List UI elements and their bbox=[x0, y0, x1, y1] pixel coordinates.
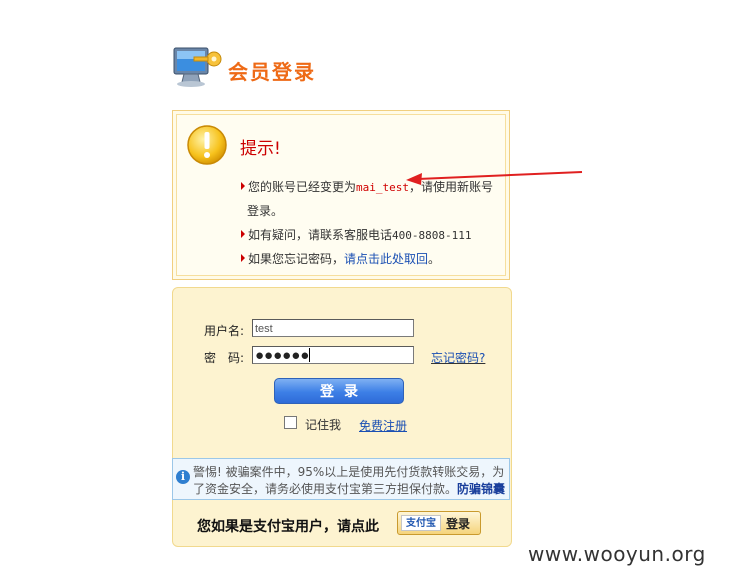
register-link[interactable]: 免费注册 bbox=[359, 417, 407, 434]
bullet-arrow-icon bbox=[241, 182, 245, 190]
bullet-arrow-icon bbox=[241, 230, 245, 238]
notice-text: 。 bbox=[428, 252, 441, 266]
watermark: www.wooyun.org bbox=[528, 542, 706, 566]
info-icon: i bbox=[176, 470, 190, 484]
login-button[interactable]: 登录 bbox=[274, 378, 404, 404]
computer-key-icon bbox=[172, 44, 224, 90]
fraud-warning-text: 了资金安全，请务必使用支付宝第三方担保付款。 bbox=[193, 482, 458, 496]
alipay-logo: 支付宝 bbox=[401, 515, 441, 531]
password-input[interactable]: ●●●●●● bbox=[252, 346, 414, 364]
forgot-password-text: 忘记密码? bbox=[431, 351, 486, 365]
alipay-prompt: 您如果是支付宝用户，请点此 bbox=[197, 519, 379, 535]
remember-me-checkbox[interactable] bbox=[284, 416, 297, 429]
annotation-arrow-icon bbox=[406, 171, 583, 185]
username-input[interactable]: test bbox=[252, 319, 414, 337]
notice-line-account-cont: 登录。 bbox=[247, 204, 284, 218]
username-label: 用户名: bbox=[204, 324, 245, 338]
notice-text: 如有疑问，请联系客服电话 bbox=[248, 228, 393, 242]
support-phone: 400-8808-111 bbox=[392, 229, 472, 242]
bullet-arrow-icon bbox=[241, 254, 245, 262]
forgot-password-link[interactable]: 忘记密码? bbox=[431, 349, 485, 366]
text-caret bbox=[309, 348, 311, 362]
fraud-warning-line1: 警惕! 被骗案件中，95%以上是使用先付货款转账交易，为 bbox=[193, 465, 505, 479]
notice-line-phone: 如有疑问，请联系客服电话400-8808-111 bbox=[241, 226, 472, 243]
notice-line-forgot: 如果您忘记密码，请点击此处取回。 bbox=[241, 250, 440, 267]
remember-me-label: 记住我 bbox=[305, 418, 342, 432]
page-title: 会员登录 bbox=[228, 60, 316, 84]
anti-fraud-tips-link[interactable]: 防骗锦囊 bbox=[457, 482, 505, 496]
notice-text: 如果您忘记密码， bbox=[248, 252, 345, 266]
password-label: 密 码: bbox=[204, 351, 245, 365]
notice-text: 您的账号已经变更为 bbox=[248, 180, 357, 194]
notice-title: 提示! bbox=[240, 139, 281, 159]
exclamation-icon bbox=[186, 124, 228, 166]
recover-password-link[interactable]: 请点击此处取回 bbox=[344, 252, 428, 266]
fraud-warning-line2: 了资金安全，请务必使用支付宝第三方担保付款。防骗锦囊 bbox=[193, 480, 505, 497]
password-mask: ●●●●●● bbox=[255, 347, 310, 364]
alipay-login-button[interactable]: 支付宝 登录 bbox=[397, 511, 481, 535]
alipay-login-label: 登录 bbox=[446, 517, 471, 531]
